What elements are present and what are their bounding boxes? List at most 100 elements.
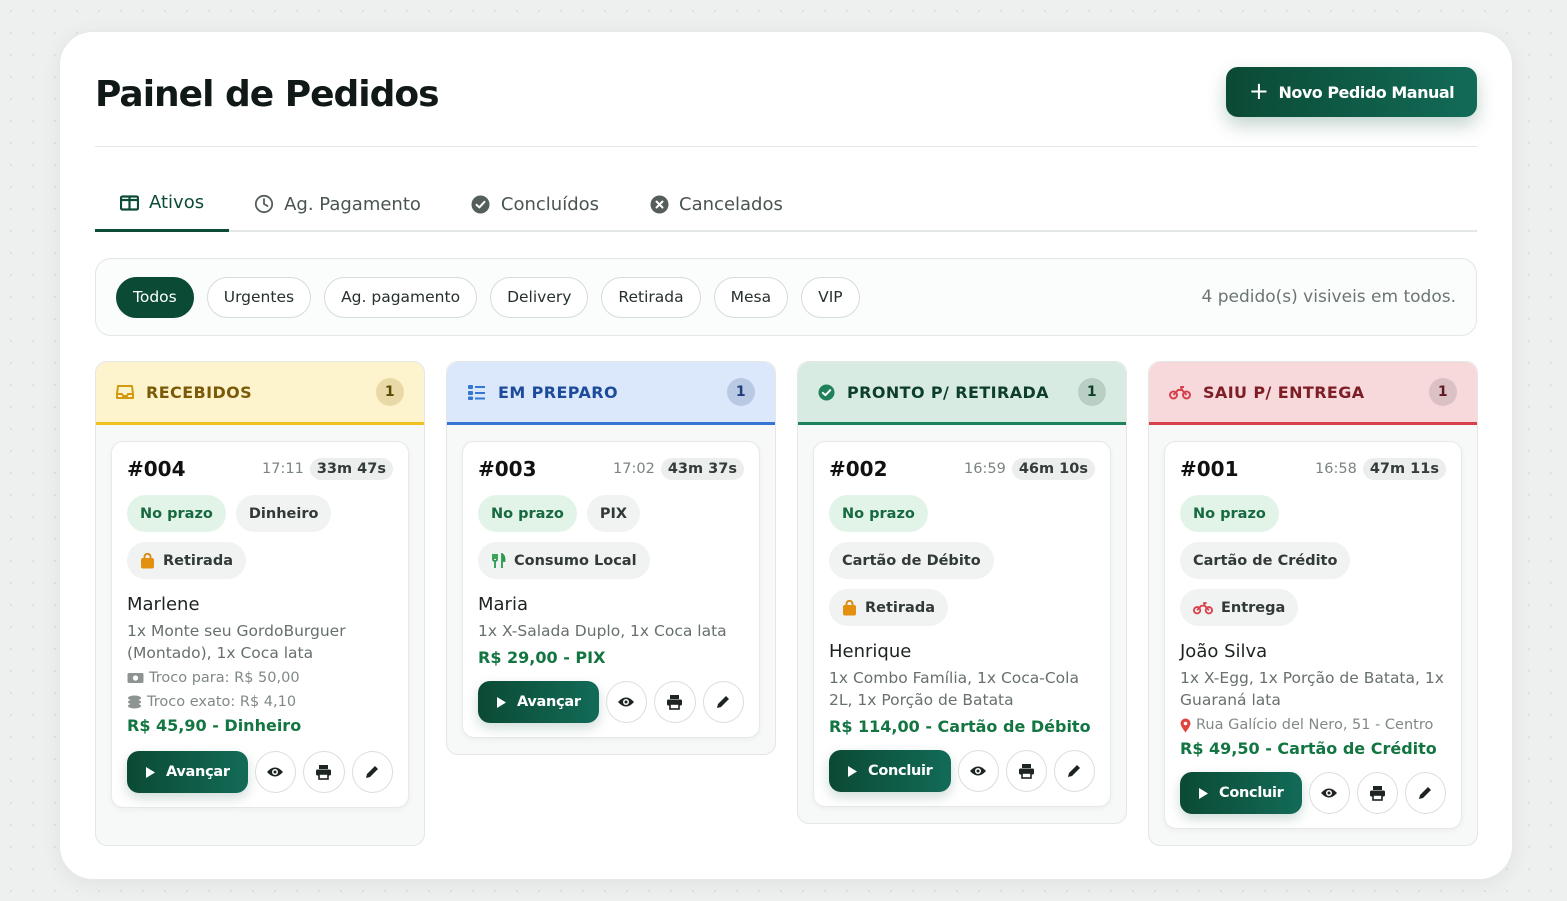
filter-chip-todos[interactable]: Todos xyxy=(116,276,194,318)
order-number: #002 xyxy=(829,457,888,481)
check-circle-icon xyxy=(818,384,835,401)
play-icon xyxy=(847,765,858,778)
columns-icon xyxy=(119,193,139,213)
order-card[interactable]: #003 17:02 43m 37s No prazo PIX Consumo … xyxy=(462,441,760,738)
printer-icon xyxy=(315,764,332,780)
filter-chip-urgentes[interactable]: Urgentes xyxy=(206,276,312,318)
eye-icon xyxy=(969,765,987,777)
advance-button[interactable]: Avançar xyxy=(478,681,599,723)
complete-button[interactable]: Concluir xyxy=(1180,772,1302,814)
print-button[interactable] xyxy=(654,681,696,723)
customer-name: Marlene xyxy=(127,594,200,615)
payment-badge: Dinheiro xyxy=(235,495,332,532)
advance-button[interactable]: Avançar xyxy=(127,751,248,793)
column-header: SAIU P/ ENTREGA 1 xyxy=(1149,362,1477,425)
column-count-badge: 1 xyxy=(376,378,404,406)
customer-name: Maria xyxy=(478,594,528,615)
tab-label: Cancelados xyxy=(679,193,783,215)
column-header: EM PREPARO 1 xyxy=(447,362,775,425)
shopping-bag-icon xyxy=(842,599,857,616)
column-recebidos: RECEBIDOS 1 #004 17:11 33m 47s No prazo … xyxy=(95,361,425,846)
edit-button[interactable] xyxy=(1053,750,1096,792)
pencil-icon xyxy=(1417,785,1433,801)
print-button[interactable] xyxy=(1356,772,1398,814)
order-card[interactable]: #002 16:59 46m 10s No prazo Cartão de Dé… xyxy=(813,441,1111,807)
order-time: 16:59 xyxy=(964,461,1006,477)
mode-badge: Retirada xyxy=(829,589,949,626)
filter-chip-mesa[interactable]: Mesa xyxy=(713,276,789,318)
order-number: #001 xyxy=(1180,457,1239,481)
complete-button[interactable]: Concluir xyxy=(829,750,951,792)
edit-button[interactable] xyxy=(351,751,394,793)
coins-icon xyxy=(127,695,142,709)
printer-icon xyxy=(1369,785,1386,801)
filter-chip-vip[interactable]: VIP xyxy=(801,276,860,318)
order-items: 1x X-Egg, 1x Porção de Batata, 1x Guaran… xyxy=(1180,669,1444,709)
order-items: 1x Monte seu GordoBurguer (Montado), 1x … xyxy=(127,622,346,662)
shopping-bag-icon xyxy=(140,552,155,569)
new-order-button[interactable]: + Novo Pedido Manual xyxy=(1226,67,1477,117)
order-total: R$ 114,00 - Cartão de Débito xyxy=(829,717,1091,736)
pencil-icon xyxy=(364,764,380,780)
filter-chip-delivery[interactable]: Delivery xyxy=(490,276,589,318)
column-count-badge: 1 xyxy=(727,378,755,406)
x-circle-icon xyxy=(649,194,669,214)
tab-label: Concluídos xyxy=(500,193,600,215)
visible-orders-count: 4 pedido(s) visiveis em todos. xyxy=(1201,287,1456,307)
edit-button[interactable] xyxy=(702,681,745,723)
tab-cancelados[interactable]: Cancelados xyxy=(624,182,808,232)
column-count-badge: 1 xyxy=(1429,378,1457,406)
view-button[interactable] xyxy=(254,751,297,793)
tab-ativos[interactable]: Ativos xyxy=(95,182,230,232)
status-badge: No prazo xyxy=(478,495,577,532)
order-items: 1x Combo Família, 1x Coca-Cola 2L, 1x Po… xyxy=(829,669,1079,709)
elapsed-time-badge: 46m 10s xyxy=(1011,458,1095,480)
elapsed-time-badge: 33m 47s xyxy=(309,458,393,480)
order-time: 16:58 xyxy=(1315,461,1357,477)
column-title: SAIU P/ ENTREGA xyxy=(1203,382,1365,402)
mode-badge: Consumo Local xyxy=(478,542,650,579)
column-header: PRONTO P/ RETIRADA 1 xyxy=(798,362,1126,425)
status-tabs: Ativos Ag. Pagamento Concluídos Cancelad… xyxy=(95,182,1477,232)
orders-panel: Painel de Pedidos + Novo Pedido Manual A… xyxy=(59,31,1513,880)
column-title: EM PREPARO xyxy=(498,382,618,402)
eye-icon xyxy=(1320,787,1338,799)
mode-badge: Retirada xyxy=(127,542,247,579)
column-title: PRONTO P/ RETIRADA xyxy=(847,382,1049,402)
tab-label: Ag. Pagamento xyxy=(284,193,421,215)
plus-icon: + xyxy=(1248,76,1269,105)
play-icon xyxy=(496,696,507,709)
page-title: Painel de Pedidos xyxy=(95,74,440,115)
cash-icon xyxy=(127,672,144,684)
filter-chip-ag-pagamento[interactable]: Ag. pagamento xyxy=(324,276,478,318)
motorcycle-icon xyxy=(1169,385,1191,400)
eye-icon xyxy=(266,766,284,778)
order-number: #004 xyxy=(127,457,186,481)
pencil-icon xyxy=(1066,763,1082,779)
pencil-icon xyxy=(715,694,731,710)
mode-badge: Entrega xyxy=(1180,589,1299,626)
payment-badge: Cartão de Crédito xyxy=(1180,542,1351,579)
tab-ag-pagamento[interactable]: Ag. Pagamento xyxy=(229,182,446,232)
status-badge: No prazo xyxy=(829,495,928,532)
view-button[interactable] xyxy=(1308,772,1350,814)
payment-badge: Cartão de Débito xyxy=(829,542,994,579)
print-button[interactable] xyxy=(303,751,345,793)
kanban-board: RECEBIDOS 1 #004 17:11 33m 47s No prazo … xyxy=(95,361,1478,846)
order-card[interactable]: #004 17:11 33m 47s No prazo Dinheiro Ret… xyxy=(111,441,409,808)
print-button[interactable] xyxy=(1005,750,1047,792)
column-em-preparo: EM PREPARO 1 #003 17:02 43m 37s No prazo… xyxy=(446,361,776,755)
eye-icon xyxy=(617,696,635,708)
new-order-label: Novo Pedido Manual xyxy=(1278,82,1455,102)
tab-concluidos[interactable]: Concluídos xyxy=(446,182,624,232)
clock-icon xyxy=(254,194,274,214)
order-card[interactable]: #001 16:58 47m 11s No prazo Cartão de Cr… xyxy=(1164,441,1462,829)
status-badge: No prazo xyxy=(1180,495,1279,532)
filter-chip-retirada[interactable]: Retirada xyxy=(601,276,701,318)
view-button[interactable] xyxy=(605,681,648,723)
payment-badge: PIX xyxy=(586,495,641,532)
view-button[interactable] xyxy=(957,750,999,792)
order-total: R$ 45,90 - Dinheiro xyxy=(127,716,302,735)
order-total: R$ 49,50 - Cartão de Crédito xyxy=(1180,739,1437,758)
edit-button[interactable] xyxy=(1404,772,1447,814)
